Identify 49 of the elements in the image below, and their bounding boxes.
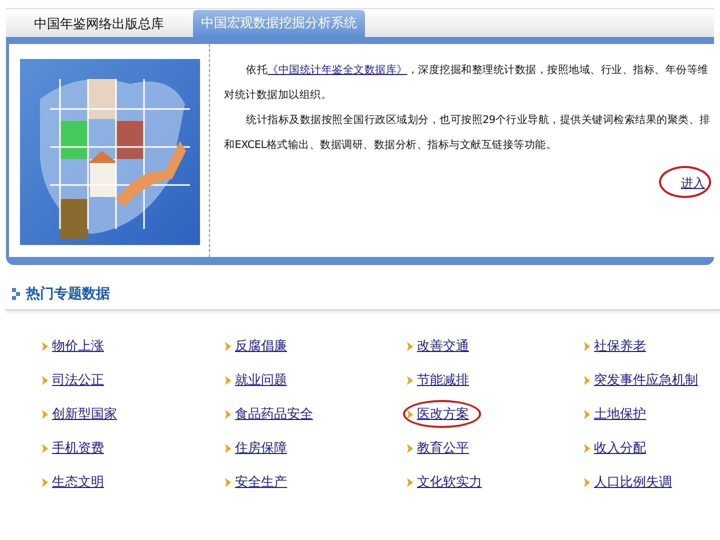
arrow-icon — [584, 444, 590, 452]
topic-link[interactable]: 文化软实力 — [417, 475, 482, 490]
enter-link[interactable]: 进入 — [681, 176, 705, 190]
topic-link[interactable]: 土地保护 — [594, 407, 646, 422]
arrow-icon — [225, 478, 231, 486]
topic-link[interactable]: 反腐倡廉 — [235, 339, 287, 354]
intro-text: 依托《中国统计年鉴全文数据库》，深度挖掘和整理统计数据，按照地域、行业、指标、年份等维 — [245, 63, 710, 78]
arrow-icon — [42, 410, 48, 418]
topic-link[interactable]: 收入分配 — [594, 441, 646, 456]
section-title: 热门专题数据 — [26, 285, 110, 303]
arrow-icon — [225, 342, 231, 350]
topic-link[interactable]: 司法公正 — [52, 373, 104, 388]
arrow-icon — [42, 342, 48, 350]
topic-link[interactable]: 教育公平 — [417, 441, 469, 456]
arrow-icon — [42, 376, 48, 384]
topic-link[interactable]: 节能减排 — [417, 373, 469, 388]
arrow-icon — [584, 478, 590, 486]
topic-link[interactable]: 住房保障 — [235, 441, 287, 456]
intro-text: 和EXCEL格式输出、数据调研、数据分析、指标与文献互链接等功能。 — [224, 138, 558, 153]
topic-link[interactable]: 社保养老 — [594, 339, 646, 354]
topic-link[interactable]: 食品药品安全 — [235, 407, 313, 422]
topic-link[interactable]: 安全生产 — [235, 475, 287, 490]
arrow-icon — [407, 376, 413, 384]
tab[interactable]: 中国年鉴网络出版总库 — [6, 10, 190, 37]
arrow-icon — [407, 410, 413, 418]
arrow-icon — [407, 478, 413, 486]
arrow-icon — [584, 410, 590, 418]
database-link[interactable]: 《中国统计年鉴全文数据库》 — [268, 64, 408, 76]
topic-link[interactable]: 物价上涨 — [52, 339, 104, 354]
topic-link[interactable]: 改善交通 — [417, 339, 469, 354]
arrow-icon — [407, 444, 413, 452]
arrow-icon — [407, 342, 413, 350]
topic-link[interactable]: 医改方案 — [417, 407, 469, 422]
topic-link[interactable]: 突发事件应急机制 — [594, 373, 698, 388]
arrow-icon — [225, 444, 231, 452]
topic-link[interactable]: 人口比例失调 — [594, 475, 672, 490]
topic-link[interactable]: 手机资费 — [52, 441, 104, 456]
topic-link[interactable]: 就业问题 — [235, 373, 287, 388]
topic-link[interactable]: 创新型国家 — [52, 407, 117, 422]
arrow-icon — [584, 342, 590, 350]
arrow-icon — [225, 376, 231, 384]
intro-text: 对统计数据加以组织。 — [224, 88, 332, 103]
arrow-icon — [42, 478, 48, 486]
intro-text: 统计指标及数据按照全国行政区域划分，也可按照29个行业导航，提供关键词检索结果的聚类、排 — [245, 113, 712, 128]
arrow-icon — [584, 376, 590, 384]
topic-link[interactable]: 生态文明 — [52, 475, 104, 490]
arrow-icon — [42, 444, 48, 452]
bullet-icon — [12, 288, 20, 300]
arrow-icon — [225, 410, 231, 418]
